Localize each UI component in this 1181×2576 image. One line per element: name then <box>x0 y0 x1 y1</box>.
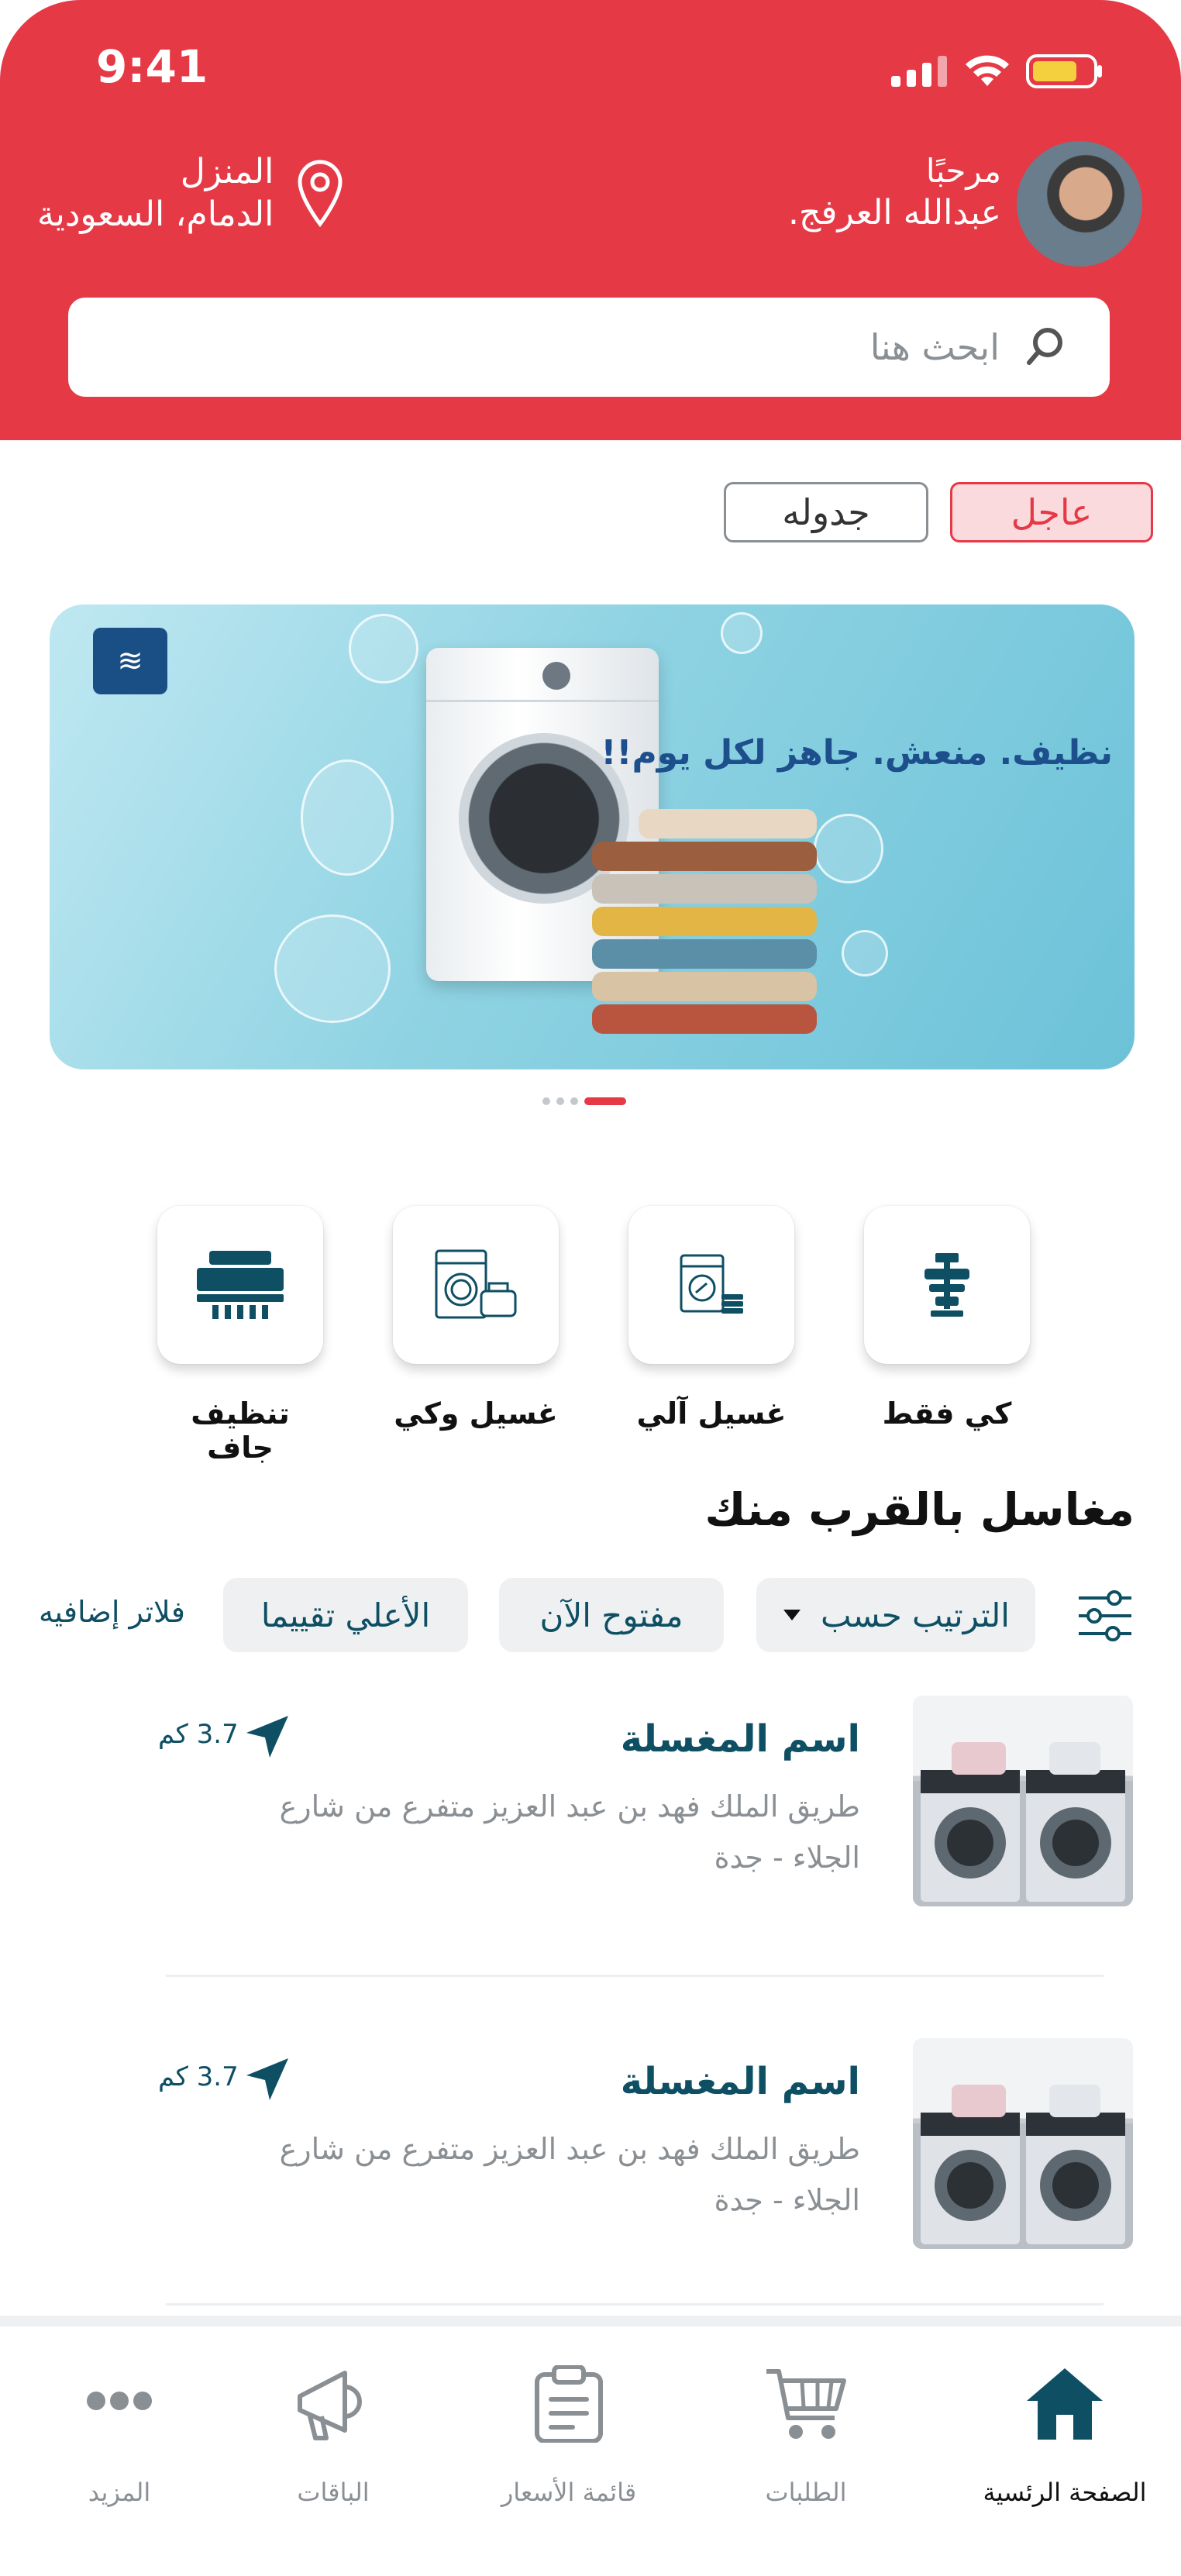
cart-icon <box>766 2369 846 2439</box>
section-title-nearby: مغاسل بالقرب منك <box>704 1483 1135 1536</box>
service-label: كي فقط <box>882 1396 1012 1431</box>
banner-tagline: نظيف. منعش. جاهز لكل يوم!! <box>601 733 1113 773</box>
user-greeting: مرحبًا عبدالله العرفج. <box>788 152 1001 232</box>
service-card[interactable] <box>393 1206 559 1364</box>
laundry-thumbnail <box>913 2038 1133 2249</box>
home-icon <box>1027 2368 1103 2440</box>
laundry-name: اسم المغسلة <box>620 1717 860 1761</box>
location-city: الدمام، السعودية <box>37 195 274 234</box>
greeting-text: مرحبًا <box>925 152 1001 190</box>
washing-machine-icon <box>680 1254 743 1314</box>
nav-item-home[interactable]: الصفحة الرئسية <box>980 2365 1150 2509</box>
list-divider <box>166 2303 1104 2306</box>
laundry-distance: 3.7 كم <box>158 2061 239 2092</box>
laundry-thumbnail <box>913 1696 1133 1906</box>
promo-banner[interactable]: ≋ نظيف. منعش. جاهز لكل يوم!! <box>50 604 1135 1069</box>
address-line: طريق الملك فهد بن عبد العزيز متفرع من شا… <box>279 1789 860 1824</box>
wifi-icon <box>966 55 1009 86</box>
dry-cleaning-icon <box>197 1251 284 1319</box>
location-text: المنزل الدمام، السعودية <box>37 152 274 234</box>
carousel-dot[interactable] <box>542 1097 550 1105</box>
more-dots-icon <box>87 2392 152 2410</box>
navigation-arrow-icon[interactable] <box>243 2055 291 2103</box>
laundry-name: اسم المغسلة <box>620 2060 860 2103</box>
laundry-distance: 3.7 كم <box>158 1719 239 1750</box>
status-time: 9:41 <box>96 40 208 93</box>
laundry-list-item[interactable]: اسم المغسلة طريق الملك فهد بن عبد العزيز… <box>0 1696 1181 1928</box>
bubble-decoration <box>274 914 391 1023</box>
search-bar[interactable] <box>68 298 1110 397</box>
service-card[interactable] <box>628 1206 794 1364</box>
more-filters-link[interactable]: فلاتر إضافيه <box>39 1595 185 1629</box>
filter-sliders-icon[interactable] <box>1076 1589 1135 1643</box>
sort-dropdown[interactable]: الترتيب حسب <box>756 1578 1035 1652</box>
navigation-arrow-icon[interactable] <box>243 1713 291 1761</box>
service-iron-only[interactable]: كي فقط <box>862 1206 1032 1431</box>
open-now-filter[interactable]: مفتوح الآن <box>499 1578 724 1652</box>
bubble-decoration <box>814 814 883 883</box>
bubble-decoration <box>842 930 888 976</box>
list-divider <box>166 1975 1104 1977</box>
filter-bar: الترتيب حسب مفتوح الآن الأعلي تقييما فلا… <box>0 1578 1181 1655</box>
nav-item-packages[interactable]: الباقات <box>248 2365 418 2509</box>
brand-logo: ≋ <box>93 628 167 694</box>
schedule-toggle[interactable]: جدوله <box>724 482 928 542</box>
laundry-address: طريق الملك فهد بن عبد العزيز متفرع من شا… <box>280 1781 860 1883</box>
nav-item-more[interactable]: المزيد <box>34 2365 205 2509</box>
top-rated-filter[interactable]: الأعلي تقييما <box>223 1578 468 1652</box>
bubble-decoration <box>301 759 394 876</box>
bubble-decoration <box>721 612 763 654</box>
nav-label: الصفحة الرئسية <box>983 2478 1147 2507</box>
service-machine-wash[interactable]: غسيل آلي <box>626 1206 797 1431</box>
address-line: الجلاء - جدة <box>714 2183 860 2217</box>
service-wash-iron[interactable]: غسيل وكي <box>391 1206 561 1431</box>
location-label: المنزل <box>180 152 274 191</box>
app-header: 9:41 مرحبًا عبدالله العرفج. المنزل الدما… <box>0 0 1181 440</box>
sort-label: الترتيب حسب <box>821 1596 1010 1634</box>
user-name: عبدالله العرفج. <box>788 193 1001 232</box>
carousel-dot-active[interactable] <box>584 1097 626 1105</box>
service-label: غسيل آلي <box>636 1396 787 1431</box>
megaphone-icon <box>298 2371 362 2440</box>
search-icon <box>1027 328 1062 365</box>
wash-and-iron-icon <box>435 1249 517 1319</box>
avatar[interactable] <box>1014 138 1145 270</box>
urgent-toggle[interactable]: عاجل <box>950 482 1153 542</box>
bubble-decoration <box>349 614 418 684</box>
nav-label: الطلبات <box>765 2478 847 2507</box>
clipboard-icon <box>535 2364 603 2443</box>
location-selector[interactable]: المنزل الدمام، السعودية <box>37 152 345 234</box>
search-input[interactable] <box>302 326 1000 368</box>
address-line: طريق الملك فهد بن عبد العزيز متفرع من شا… <box>279 2132 860 2166</box>
service-dry-cleaning[interactable]: تنظيف جاف <box>155 1206 325 1465</box>
folded-clothes-illustration <box>592 806 817 1034</box>
service-card[interactable] <box>864 1206 1030 1364</box>
signal-icon <box>891 56 947 87</box>
carousel-dot[interactable] <box>556 1097 564 1105</box>
bottom-navigation: الصفحة الرئسية الطلبات قائمة الأسعار الب… <box>0 2316 1181 2576</box>
iron-icon <box>924 1253 969 1317</box>
nav-item-orders[interactable]: الطلبات <box>721 2365 891 2509</box>
carousel-dot[interactable] <box>570 1097 578 1105</box>
location-pin-icon <box>298 160 343 227</box>
battery-icon <box>1026 54 1102 88</box>
laundry-address: طريق الملك فهد بن عبد العزيز متفرع من شا… <box>280 2123 860 2226</box>
laundry-list-item[interactable]: اسم المغسلة طريق الملك فهد بن عبد العزيز… <box>0 2038 1181 2271</box>
chevron-down-icon <box>783 1610 801 1620</box>
nav-label: قائمة الأسعار <box>501 2478 637 2507</box>
service-label: تنظيف جاف <box>191 1396 290 1465</box>
nav-label: المزيد <box>88 2478 151 2507</box>
carousel-indicator <box>542 1097 626 1105</box>
nav-label: الباقات <box>297 2478 370 2507</box>
status-icons <box>891 53 1104 90</box>
address-line: الجلاء - جدة <box>714 1841 860 1875</box>
service-label: غسيل وكي <box>394 1396 558 1431</box>
nav-item-price-list[interactable]: قائمة الأسعار <box>484 2364 654 2509</box>
service-card[interactable] <box>157 1206 323 1364</box>
